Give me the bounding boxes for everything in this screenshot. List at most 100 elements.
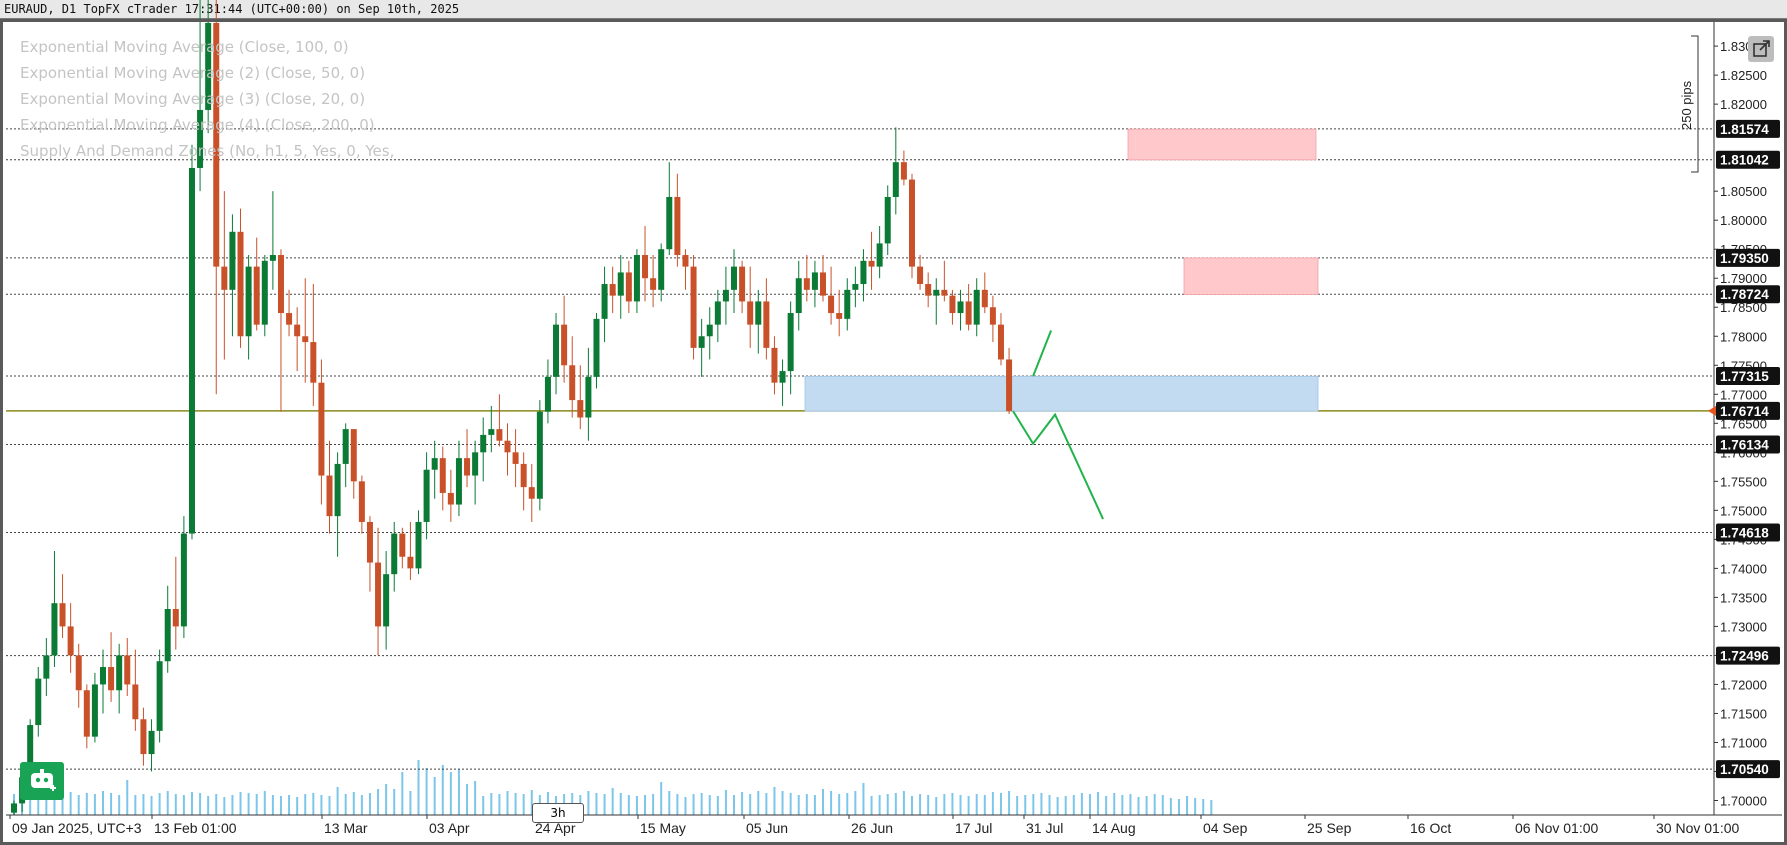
candle-bull bbox=[156, 661, 163, 731]
volume-bar bbox=[1202, 799, 1205, 815]
candle-bull bbox=[43, 655, 50, 679]
candle-bull bbox=[91, 684, 98, 737]
candle-bull bbox=[472, 452, 479, 476]
y-tick-label: 1.78000 bbox=[1720, 329, 1767, 344]
candle-bull bbox=[593, 318, 600, 377]
indicator-ema-20[interactable]: Exponential Moving Average (3) (Close, 2… bbox=[20, 86, 394, 112]
candle-bull bbox=[188, 167, 195, 534]
volume-bar bbox=[1088, 794, 1091, 815]
volume-bar bbox=[684, 797, 687, 815]
candle-bull bbox=[811, 272, 818, 290]
candle-bull bbox=[488, 429, 495, 435]
candle-bear bbox=[108, 667, 115, 691]
volume-bar bbox=[975, 794, 978, 815]
volume-bar bbox=[676, 794, 679, 815]
volume-bar bbox=[328, 796, 331, 815]
x-tick-label: 25 Sep bbox=[1307, 820, 1352, 836]
volume-bar bbox=[433, 777, 436, 815]
indicator-ema-100[interactable]: Exponential Moving Average (Close, 100, … bbox=[20, 34, 394, 60]
candle-bull bbox=[892, 162, 899, 197]
horizontal-levels bbox=[6, 128, 1714, 770]
volume-bar bbox=[69, 792, 72, 815]
volume-bar bbox=[231, 795, 234, 815]
candle-bear bbox=[221, 266, 228, 290]
candle-bull bbox=[383, 574, 390, 627]
volume-bar bbox=[935, 797, 938, 815]
price-label: 1.70540 bbox=[1720, 762, 1769, 777]
volume-bar bbox=[522, 794, 525, 815]
volume-bar bbox=[1177, 799, 1180, 815]
candle-bull bbox=[544, 376, 551, 412]
x-tick-label: 09 Jan 2025, UTC+3 bbox=[12, 820, 142, 836]
indicator-ema-50[interactable]: Exponential Moving Average (2) (Close, 5… bbox=[20, 60, 394, 86]
volume-bar bbox=[644, 795, 647, 815]
candle-bear bbox=[67, 626, 74, 656]
volume-bar bbox=[603, 794, 606, 815]
volume-bar bbox=[449, 772, 452, 815]
candle-bull bbox=[876, 243, 883, 267]
candle-bull bbox=[536, 411, 543, 499]
volume-bar bbox=[199, 793, 202, 815]
volume-bar bbox=[870, 796, 873, 815]
candle-bear bbox=[253, 266, 260, 325]
volume-bar bbox=[506, 791, 509, 815]
volume-bar bbox=[635, 796, 638, 815]
candle-bear bbox=[512, 452, 519, 464]
volume-bar bbox=[813, 795, 816, 815]
candle-bear bbox=[682, 255, 689, 267]
bot-icon[interactable] bbox=[20, 762, 64, 800]
candle-bull bbox=[957, 301, 964, 314]
volume-bar bbox=[385, 784, 388, 815]
volume-bar bbox=[1097, 792, 1100, 815]
candle-bull bbox=[884, 196, 891, 244]
x-tick-label: 30 Nov 01:00 bbox=[1656, 820, 1739, 836]
volume-bar bbox=[967, 796, 970, 815]
candle-bear bbox=[464, 458, 471, 476]
indicator-ema-200[interactable]: Exponential Moving Average (4) (Close, 2… bbox=[20, 112, 394, 138]
candle-bear bbox=[650, 278, 657, 290]
candle-bear bbox=[504, 440, 511, 453]
volume-bar bbox=[700, 793, 703, 815]
candle-bull bbox=[480, 434, 487, 453]
volume-bar bbox=[263, 791, 266, 815]
supply-demand-zones bbox=[804, 128, 1319, 412]
volume-bar bbox=[805, 794, 808, 815]
candle-bull bbox=[731, 266, 738, 290]
y-tick-label: 1.82500 bbox=[1720, 68, 1767, 83]
volume-bar bbox=[304, 794, 307, 815]
candle-bull bbox=[973, 289, 980, 325]
demand-zone bbox=[804, 375, 1319, 412]
volume-bar bbox=[983, 795, 986, 815]
indicator-supply-demand[interactable]: Supply And Demand Zones (No, h1, 5, Yes,… bbox=[20, 138, 394, 164]
volume-bar bbox=[1169, 798, 1172, 815]
volume-bar bbox=[223, 797, 226, 815]
candle-bull bbox=[787, 313, 794, 372]
candle-bull bbox=[722, 289, 729, 302]
candle-bull bbox=[269, 255, 276, 261]
candle-bear bbox=[350, 429, 357, 482]
volume-bar bbox=[490, 793, 493, 815]
candle-bear bbox=[302, 336, 309, 343]
y-tick-label: 1.80000 bbox=[1720, 213, 1767, 228]
candle-bull bbox=[706, 324, 713, 337]
y-tick-label: 1.74000 bbox=[1720, 561, 1767, 576]
projection-lines bbox=[1012, 330, 1104, 520]
volume-bar bbox=[627, 795, 630, 815]
candle-bull bbox=[779, 371, 786, 383]
price-label: 1.74618 bbox=[1720, 526, 1769, 541]
candle-bear bbox=[900, 162, 907, 180]
volume-bar bbox=[943, 794, 946, 815]
candle-bear bbox=[496, 429, 503, 441]
volume-bar bbox=[692, 794, 695, 815]
volume-bar bbox=[215, 794, 218, 815]
candle-bull bbox=[795, 278, 802, 314]
popout-icon[interactable] bbox=[1748, 36, 1774, 62]
candle-bull bbox=[148, 730, 155, 755]
timeframe-label[interactable]: 3h bbox=[532, 803, 584, 823]
candle-bull bbox=[585, 376, 592, 418]
price-label: 1.72496 bbox=[1720, 649, 1769, 664]
candle-bull bbox=[852, 284, 859, 290]
volume-bar bbox=[1008, 791, 1011, 815]
volume-bar bbox=[409, 791, 412, 815]
volume-bar bbox=[514, 793, 517, 815]
